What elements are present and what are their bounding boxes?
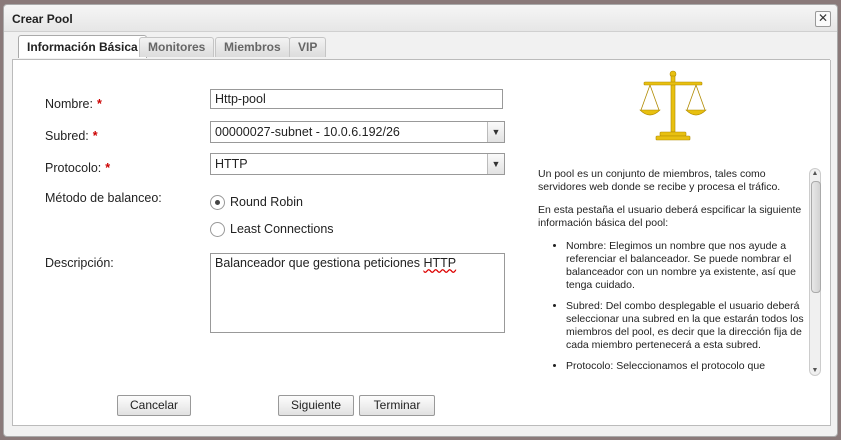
dialog-titlebar: Crear Pool ✕ bbox=[4, 5, 837, 32]
help-intro: Un pool es un conjunto de miembros, tale… bbox=[538, 168, 781, 193]
tab-panel: Nombre: * Http-pool Subred: * 00000027-sub… bbox=[12, 60, 831, 426]
chevron-down-icon[interactable]: ▼ bbox=[487, 122, 504, 142]
cancel-button[interactable]: Cancelar bbox=[117, 395, 191, 416]
descripcion-textarea[interactable]: Balanceador que gestiona peticiones HTTP bbox=[210, 253, 505, 333]
metodo-balanceo-label: Método de balanceo: bbox=[45, 191, 162, 205]
subred-label-text: Subred: bbox=[45, 129, 89, 143]
tab-bar: Información Básica Monitores Miembros VI… bbox=[12, 35, 830, 60]
balance-scale-icon bbox=[639, 70, 707, 141]
next-button[interactable]: Siguiente bbox=[278, 395, 354, 416]
help-item-protocolo: Protocolo: Seleccionamos el protocolo qu… bbox=[566, 360, 808, 373]
radio-round-robin-label: Round Robin bbox=[230, 195, 303, 209]
subred-label: Subred: * bbox=[45, 129, 98, 143]
nombre-input[interactable]: Http-pool bbox=[210, 89, 503, 109]
scroll-up-icon[interactable]: ▲ bbox=[810, 170, 820, 177]
close-icon[interactable]: ✕ bbox=[815, 11, 831, 27]
help-list: Nombre: Elegimos un nombre que nos ayude… bbox=[538, 240, 808, 373]
dialog-title: Crear Pool bbox=[12, 12, 73, 26]
help-tab-intro: En esta pestaña el usuario deberá espcif… bbox=[538, 204, 802, 229]
chevron-down-icon[interactable]: ▼ bbox=[487, 154, 504, 174]
required-mark: * bbox=[96, 97, 102, 111]
descripcion-label: Descripción: bbox=[45, 256, 114, 270]
help-item-nombre: Nombre: Elegimos un nombre que nos ayude… bbox=[566, 240, 808, 292]
help-scrollbar[interactable]: ▲ ▼ bbox=[809, 168, 821, 376]
scrollbar-thumb[interactable] bbox=[811, 181, 821, 293]
tab-miembros[interactable]: Miembros bbox=[215, 37, 290, 57]
tab-monitores[interactable]: Monitores bbox=[139, 37, 215, 57]
descripcion-misspelled-word: HTTP bbox=[423, 256, 457, 270]
crear-pool-dialog: Crear Pool ✕ Información Básica Monitore… bbox=[3, 4, 838, 437]
help-item-subred: Subred: Del combo desplegable el usuario… bbox=[566, 300, 808, 352]
protocolo-selected-value: HTTP bbox=[215, 157, 248, 171]
radio-round-robin[interactable]: Round Robin bbox=[210, 195, 303, 211]
radio-least-connections-label: Least Connections bbox=[230, 222, 334, 236]
finish-button[interactable]: Terminar bbox=[359, 395, 435, 416]
help-panel: Un pool es un conjunto de miembros, tale… bbox=[538, 168, 808, 378]
tab-vip[interactable]: VIP bbox=[289, 37, 327, 57]
nombre-label: Nombre: * bbox=[45, 97, 102, 111]
descripcion-text: Balanceador que gestiona peticiones bbox=[215, 256, 424, 270]
required-mark: * bbox=[92, 129, 98, 143]
nombre-label-text: Nombre: bbox=[45, 97, 93, 111]
protocolo-label-text: Protocolo: bbox=[45, 161, 102, 175]
radio-least-connections[interactable]: Least Connections bbox=[210, 222, 334, 238]
subred-selected-value: 00000027-subnet - 10.0.6.192/26 bbox=[215, 125, 400, 139]
tab-informacion-basica[interactable]: Información Básica bbox=[18, 35, 147, 58]
radio-unselected-icon[interactable] bbox=[210, 222, 225, 238]
required-mark: * bbox=[105, 161, 111, 175]
scroll-down-icon[interactable]: ▼ bbox=[810, 367, 820, 374]
radio-selected-icon[interactable] bbox=[210, 195, 225, 211]
subred-select[interactable]: 00000027-subnet - 10.0.6.192/26 ▼ bbox=[210, 121, 505, 143]
protocolo-select[interactable]: HTTP ▼ bbox=[210, 153, 505, 175]
protocolo-label: Protocolo: * bbox=[45, 161, 110, 175]
